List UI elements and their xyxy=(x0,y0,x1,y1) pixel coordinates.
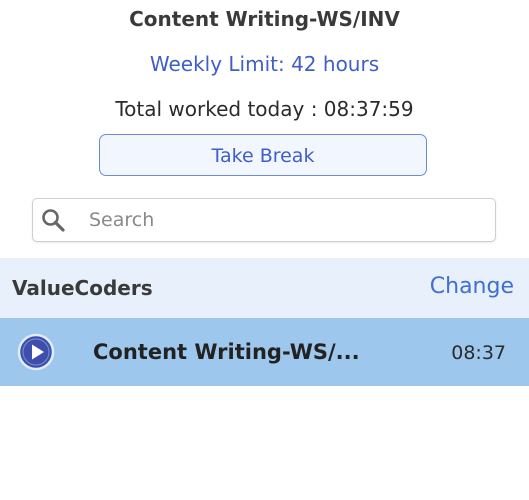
take-break-button[interactable]: Take Break xyxy=(99,134,427,176)
play-icon[interactable] xyxy=(17,333,55,371)
company-bar: ValueCoders Change xyxy=(0,258,529,318)
search-icon xyxy=(40,207,66,233)
project-row-time: 08:37 xyxy=(451,342,506,364)
change-company-link[interactable]: Change xyxy=(430,272,514,302)
company-name: ValueCoders xyxy=(12,276,153,300)
search-input[interactable] xyxy=(89,205,479,235)
total-worked-today-text: Total worked today : 08:37:59 xyxy=(115,97,414,121)
project-title: Content Writing-WS/INV xyxy=(129,7,400,31)
weekly-limit-text: Weekly Limit: 42 hours xyxy=(149,52,380,76)
project-row[interactable]: Content Writing-WS/... 08:37 xyxy=(0,318,529,386)
project-row-title: Content Writing-WS/... xyxy=(93,340,360,364)
search-box[interactable] xyxy=(32,198,496,242)
